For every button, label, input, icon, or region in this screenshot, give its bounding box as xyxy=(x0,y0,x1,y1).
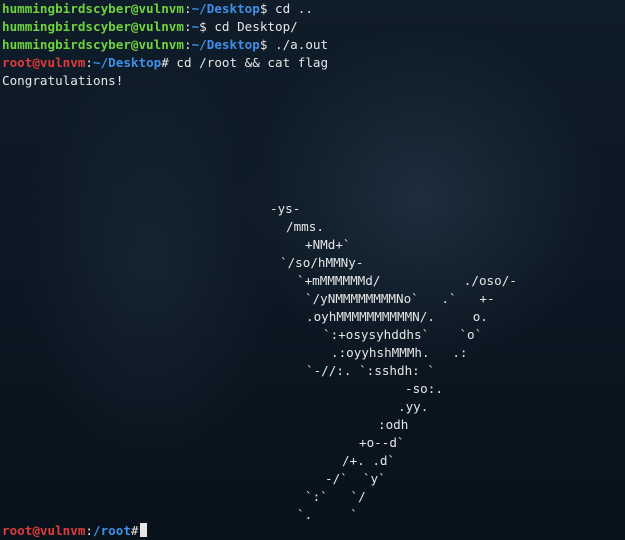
ascii-art-line: -ys- xyxy=(270,201,301,216)
ascii-art-line: `+mMMMMMMd/ ./oso/- xyxy=(297,273,517,288)
ascii-art-line: +NMd+` xyxy=(305,237,351,252)
ascii-art-line: `-//:. `:sshdh: ` xyxy=(306,363,435,378)
ascii-art-line: /+. .d` xyxy=(342,453,396,468)
ascii-art-bird: -ys- /mms. +NMd+` `/so/hMMNy- `+mMMMMMMd… xyxy=(0,0,625,540)
ascii-art-line: `:` `/ xyxy=(305,489,366,504)
text-cursor xyxy=(139,523,147,537)
prompt-path: /root xyxy=(93,523,131,538)
active-prompt-line[interactable]: root@vulnvm:/root# xyxy=(2,522,147,540)
ascii-art-line: `/so/hMMNy- xyxy=(280,255,364,270)
ascii-art-line: -/` `y` xyxy=(325,471,386,486)
ascii-art-line: -so:. xyxy=(405,381,443,396)
prompt-user: root@vulnvm xyxy=(2,523,86,538)
ascii-art-line: .:oyyhshMMMh. .: xyxy=(331,345,468,360)
ascii-art-line: /mms. xyxy=(286,219,324,234)
terminal-window[interactable]: hummingbirdscyber@vulnvm:~/Desktop$ cd .… xyxy=(0,0,625,540)
ascii-art-line: .yy. xyxy=(398,399,429,414)
ascii-art-line: :odh xyxy=(378,417,409,432)
ascii-art-line: .oyhMMMMMMMMMMN/. o. xyxy=(306,309,488,324)
ascii-art-line: +o--d` xyxy=(359,435,405,450)
ascii-art-line: `/yNMMMMMMMMNo` .` +- xyxy=(305,291,495,306)
ascii-art-line: `:+osysyhddhs` `o` xyxy=(323,327,483,342)
prompt-symbol: # xyxy=(130,523,139,538)
ascii-art-line: `. ` xyxy=(297,507,358,522)
prompt-separator: : xyxy=(85,523,93,538)
